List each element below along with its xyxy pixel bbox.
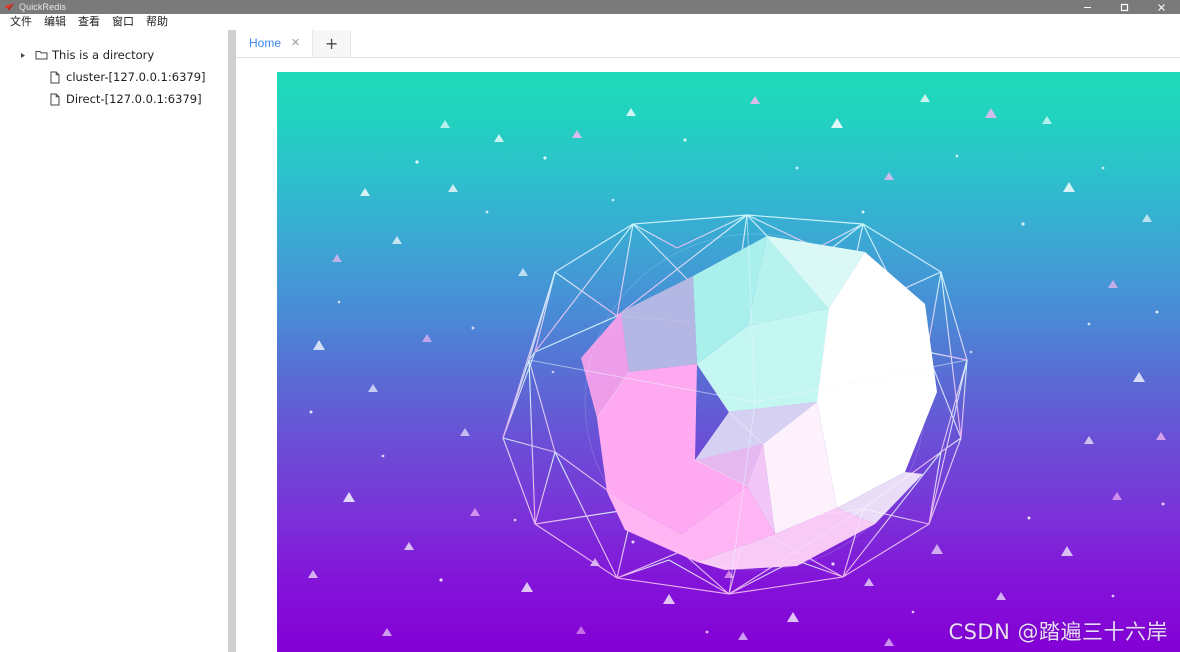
menu-edit[interactable]: 编辑 — [38, 14, 72, 30]
paper-plane-icon — [2, 0, 16, 14]
tree-item-label: Direct-[127.0.0.1:6379] — [66, 92, 202, 106]
folder-icon — [32, 44, 50, 66]
file-icon — [46, 88, 64, 110]
tree-item-label: This is a directory — [52, 48, 155, 62]
close-icon[interactable] — [1143, 0, 1180, 14]
minimize-icon[interactable] — [1069, 0, 1106, 14]
menu-window[interactable]: 窗口 — [106, 14, 140, 30]
watermark-text: CSDN @踏遍三十六岸 — [948, 620, 1168, 644]
polyhedron-illustration — [308, 94, 1166, 646]
tab-bar: Home ✕ + — [236, 30, 1180, 58]
faceted-sphere — [581, 233, 937, 571]
plus-icon: + — [324, 33, 339, 53]
tab-label: Home — [249, 36, 282, 50]
title-bar: QuickRedis — [0, 0, 1180, 14]
file-icon — [46, 66, 64, 88]
content-area: Home ✕ + CSDN @踏遍三十六岸 — [236, 30, 1180, 652]
maximize-icon[interactable] — [1106, 0, 1143, 14]
sidebar-splitter[interactable] — [228, 30, 236, 652]
tree-item-label: cluster-[127.0.0.1:6379] — [66, 70, 206, 84]
menu-bar: 文件 编辑 查看 窗口 帮助 — [0, 14, 1180, 30]
splitter-track[interactable] — [228, 30, 236, 652]
app-window: QuickRedis 文件 编辑 查看 窗口 帮助 This is a dire… — [0, 0, 1180, 652]
tree-item-direct[interactable]: Direct-[127.0.0.1:6379] — [0, 88, 228, 110]
menu-view[interactable]: 查看 — [72, 14, 106, 30]
tab-panel-home: CSDN @踏遍三十六岸 — [236, 58, 1180, 652]
menu-help[interactable]: 帮助 — [140, 14, 174, 30]
sidebar: This is a directory cluster-[127.0.0.1:6… — [0, 30, 228, 652]
tree-item-directory[interactable]: This is a directory — [0, 44, 228, 66]
window-controls — [1069, 0, 1180, 14]
connection-tree: This is a directory cluster-[127.0.0.1:6… — [0, 30, 228, 110]
window-title: QuickRedis — [19, 2, 67, 12]
chevron-right-icon[interactable] — [18, 44, 32, 66]
menu-file[interactable]: 文件 — [4, 14, 38, 30]
tab-home[interactable]: Home ✕ — [236, 30, 314, 57]
new-tab-button[interactable]: + — [313, 30, 352, 57]
close-icon[interactable]: ✕ — [290, 38, 301, 49]
tree-item-cluster[interactable]: cluster-[127.0.0.1:6379] — [0, 66, 228, 88]
splash-graphic: CSDN @踏遍三十六岸 — [277, 72, 1180, 652]
